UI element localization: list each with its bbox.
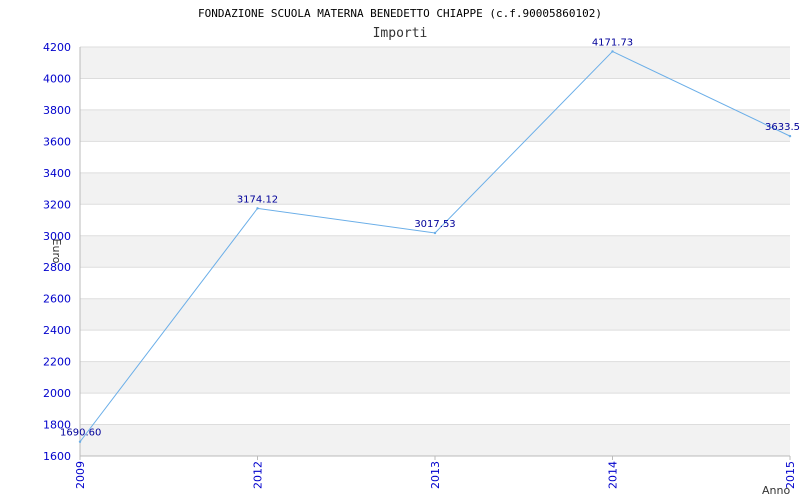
x-tick-label: 2009 bbox=[74, 461, 87, 489]
x-tick-label: 2014 bbox=[607, 461, 620, 489]
data-label: 3633.5 bbox=[765, 122, 800, 133]
data-label: 1690.60 bbox=[60, 428, 101, 439]
y-axis-label: Euro bbox=[50, 239, 63, 264]
grid-band bbox=[80, 361, 790, 394]
y-tick-label: 1600 bbox=[43, 450, 71, 463]
y-tick-label: 3600 bbox=[43, 135, 71, 148]
data-label: 4171.73 bbox=[592, 37, 633, 48]
chart-subtitle: Importi bbox=[373, 26, 428, 41]
x-tick-label: 2013 bbox=[429, 461, 442, 489]
data-point bbox=[78, 440, 82, 443]
y-tick-label: 2200 bbox=[43, 356, 71, 369]
y-tick-label: 3200 bbox=[43, 198, 71, 211]
x-tick-labels: 2009 2012 2013 2014 2015 bbox=[74, 456, 797, 489]
grid-band bbox=[80, 235, 790, 268]
grid-band bbox=[80, 424, 790, 456]
data-label: 3017.53 bbox=[414, 219, 455, 230]
y-tick-label: 2400 bbox=[43, 324, 71, 337]
y-tick-label: 3800 bbox=[43, 104, 71, 117]
chart: 1600180020002200240026002800300032003400… bbox=[43, 7, 800, 497]
data-point bbox=[433, 231, 437, 235]
grid-band bbox=[80, 109, 790, 142]
data-label: 3174.12 bbox=[237, 194, 278, 205]
background-bands bbox=[80, 47, 790, 456]
grid-band bbox=[80, 47, 790, 79]
data-point bbox=[256, 207, 259, 210]
y-tick-label: 3400 bbox=[43, 167, 71, 180]
chart-title: FONDAZIONE SCUOLA MATERNA BENEDETTO CHIA… bbox=[198, 7, 602, 20]
grid-band bbox=[80, 172, 790, 205]
data-point bbox=[788, 134, 792, 138]
y-tick-label: 2000 bbox=[43, 387, 71, 400]
y-tick-label: 4000 bbox=[43, 72, 71, 85]
grid-band bbox=[80, 298, 790, 331]
y-tick-label: 2600 bbox=[43, 293, 71, 306]
data-point bbox=[611, 50, 614, 53]
y-tick-label: 4200 bbox=[43, 41, 71, 54]
x-tick-label: 2012 bbox=[252, 461, 265, 489]
x-axis-label: Anno bbox=[762, 484, 790, 497]
